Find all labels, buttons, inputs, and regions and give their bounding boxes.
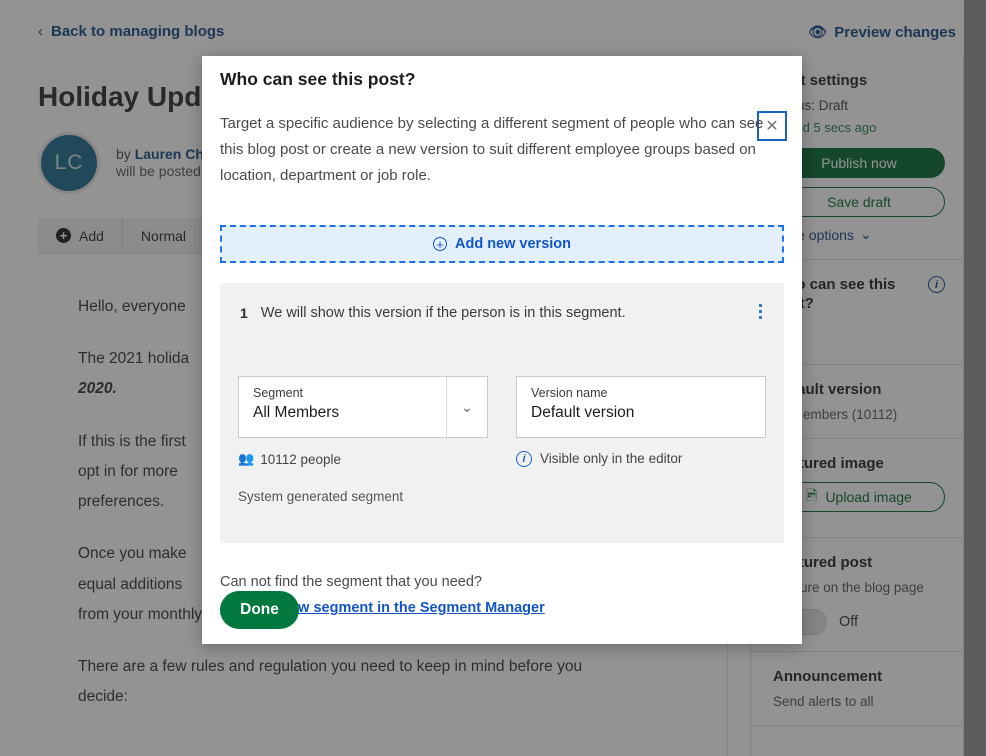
overlay-right-strip bbox=[964, 0, 986, 756]
chevron-down-icon[interactable]: ⌄ bbox=[446, 377, 487, 437]
who-can-see-this-post-dialog: Who can see this post? ✕ Target a specif… bbox=[202, 56, 802, 644]
add-new-version-label: Add new version bbox=[454, 236, 572, 252]
version-name-label: Version name bbox=[531, 386, 608, 400]
info-icon: i bbox=[516, 451, 532, 467]
cta-question: Can not find the segment that you need? bbox=[220, 574, 482, 590]
people-count-row: 👥 10112 people bbox=[238, 451, 488, 467]
version-name-value: Default version bbox=[531, 404, 635, 421]
more-vertical-icon[interactable] bbox=[750, 299, 770, 323]
screen: ‹ Back to managing blogs 👁 Preview chang… bbox=[0, 0, 986, 756]
dialog-description: Target a specific audience by selecting … bbox=[220, 115, 764, 184]
version-fields: Segment All Members ⌄ Version name Defau… bbox=[238, 376, 766, 438]
version-rule-row: 1 We will show this version if the perso… bbox=[240, 305, 770, 321]
plus-circle-outline-icon: + bbox=[432, 237, 447, 251]
segment-select[interactable]: Segment All Members ⌄ bbox=[238, 376, 488, 438]
done-button[interactable]: Done bbox=[220, 591, 299, 629]
segment-label: Segment bbox=[253, 386, 304, 400]
people-icon: 👥 bbox=[238, 451, 254, 466]
version-number: 1 bbox=[240, 305, 248, 321]
system-generated-label: System generated segment bbox=[238, 489, 404, 504]
dialog-title: Who can see this post? bbox=[220, 69, 416, 89]
add-new-version-button[interactable]: + Add new version bbox=[220, 225, 784, 263]
visibility-label: Visible only in the editor bbox=[540, 451, 683, 466]
version-rule-text: We will show this version if the person … bbox=[260, 305, 626, 321]
segment-value: All Members bbox=[253, 404, 340, 421]
version-name-input[interactable]: Version name Default version bbox=[516, 376, 766, 438]
done-label: Done bbox=[240, 601, 279, 618]
version-meta: 👥 10112 people System generated segment … bbox=[238, 451, 766, 504]
visibility-row: i Visible only in the editor bbox=[516, 451, 766, 504]
version-card: 1 We will show this version if the perso… bbox=[220, 283, 784, 543]
people-count-label: 10112 people bbox=[260, 451, 342, 467]
